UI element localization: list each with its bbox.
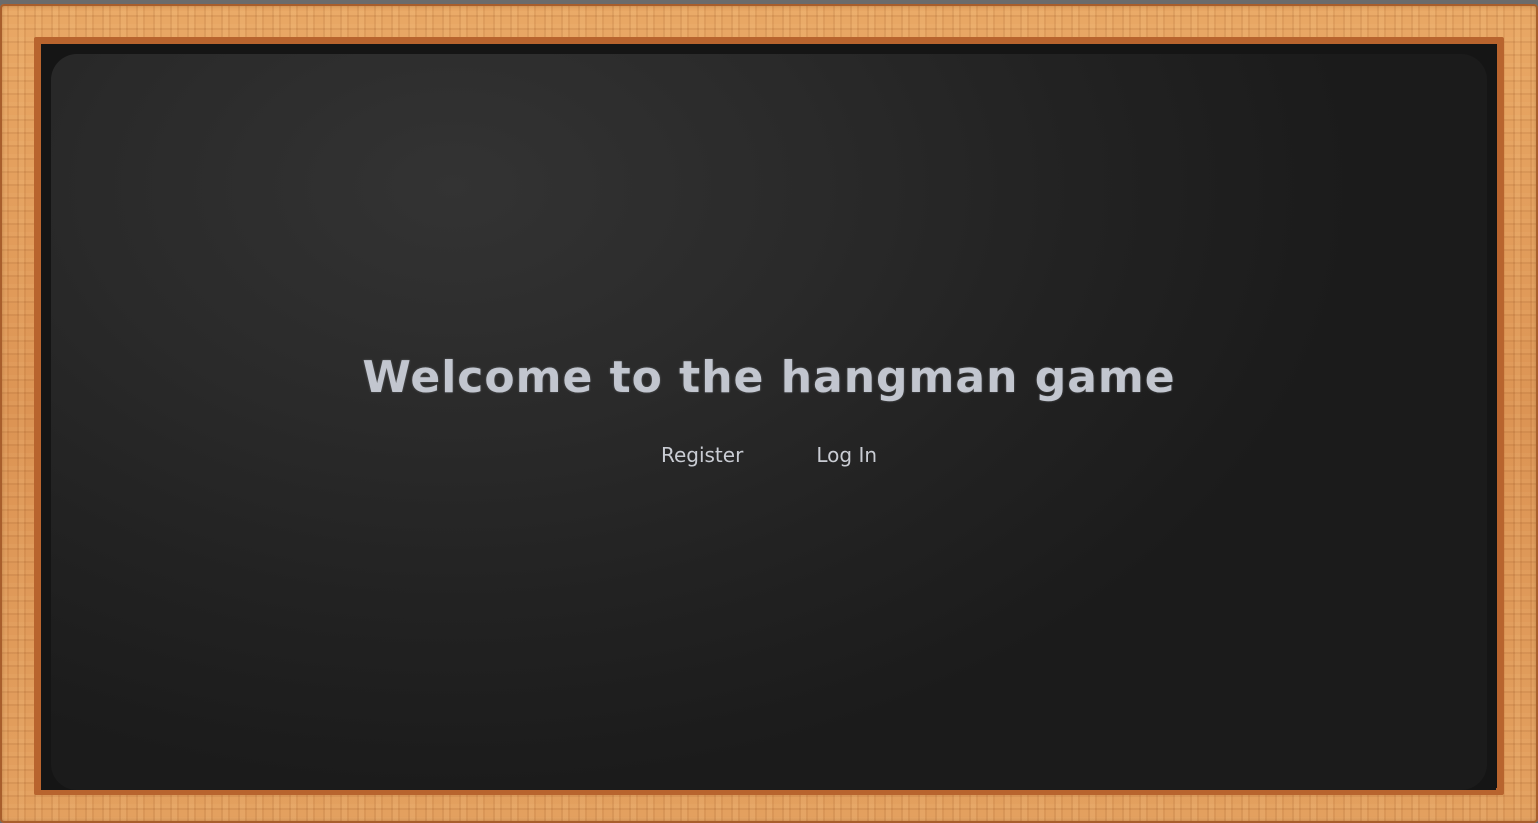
chalkboard-surface: [51, 54, 1487, 790]
login-link[interactable]: Log In: [816, 443, 877, 467]
register-link[interactable]: Register: [661, 443, 743, 467]
auth-nav: Register Log In: [0, 443, 1538, 467]
chalkboard: [41, 44, 1496, 790]
page-title: Welcome to the hangman game: [362, 352, 1176, 403]
chalkboard-frame: [0, 4, 1538, 823]
